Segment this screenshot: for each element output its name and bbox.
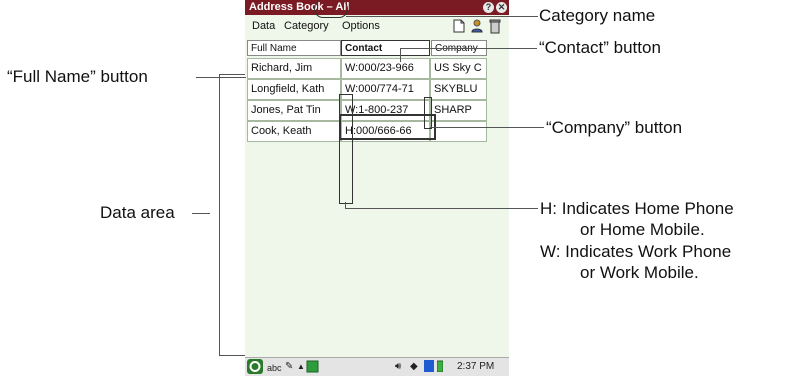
data-area-bracket-top (219, 74, 245, 75)
company-cell (430, 121, 487, 142)
contact-leader-drop (400, 48, 401, 62)
sd-card-icon[interactable] (424, 360, 434, 376)
status-bar: abc ✎ ▲ 🔊︎ ◆ 2:37 PM (245, 357, 509, 376)
clipboard-icon[interactable] (306, 360, 319, 376)
category-name-label: Category name (539, 6, 656, 25)
work-mobile-note: or Work Mobile. (580, 263, 699, 282)
up-arrow-icon[interactable]: ▲ (297, 360, 305, 374)
trash-icon[interactable] (488, 19, 502, 35)
input-mode-indicator[interactable]: abc (267, 361, 282, 375)
data-area-label: Data area (100, 203, 175, 222)
data-area-bracket-bottom (219, 355, 245, 356)
contact-cell-highlight (339, 114, 436, 140)
home-mobile-note: or Home Mobile. (580, 220, 705, 239)
category-highlight-ellipse (314, 0, 348, 18)
new-document-icon[interactable] (452, 19, 466, 35)
title-bar: Address Book – All ? ✕ (245, 0, 509, 15)
table-row[interactable]: Richard, Jim W:000/23-966 US Sky C (245, 58, 509, 79)
phone-type-leader-line (345, 208, 538, 209)
data-area[interactable] (245, 142, 509, 357)
contact-person-icon[interactable] (470, 19, 484, 35)
company-leader-line (430, 127, 544, 128)
menu-options[interactable]: Options (342, 20, 380, 32)
name-cell: Jones, Pat Tin (247, 100, 341, 121)
company-cell: SHARP (430, 100, 487, 121)
clock[interactable]: 2:37 PM (457, 360, 494, 374)
pen-icon[interactable]: ✎ (285, 360, 293, 374)
home-phone-note: H: Indicates Home Phone (540, 199, 734, 218)
speaker-icon[interactable]: 🔊︎ (395, 360, 401, 374)
device-screen: Address Book – All ? ✕ Data Category Opt… (245, 0, 509, 376)
network-icon[interactable]: ◆ (410, 360, 418, 374)
data-area-leader-line (192, 213, 210, 214)
menu-bar: Data Category Options (245, 15, 509, 39)
battery-icon (436, 360, 444, 376)
company-highlight-box (424, 97, 432, 129)
work-phone-note: W: Indicates Work Phone (540, 242, 732, 261)
menu-category[interactable]: Category (284, 20, 329, 32)
contact-leader-line (400, 48, 537, 49)
menu-data[interactable]: Data (252, 20, 275, 32)
help-button[interactable]: ? (483, 2, 494, 13)
full-name-column-button[interactable]: Full Name (247, 40, 341, 56)
data-area-bracket (219, 74, 220, 356)
full-name-button-label: “Full Name” button (7, 67, 148, 86)
close-button[interactable]: ✕ (496, 2, 507, 13)
launcher-icon[interactable] (247, 359, 263, 376)
full-name-leader-line (196, 77, 246, 78)
contact-cell: W:000/774-71 (341, 79, 430, 100)
company-button-label: “Company” button (546, 118, 683, 137)
name-cell: Richard, Jim (247, 58, 341, 79)
phone-type-highlight-box (339, 94, 353, 204)
name-cell: Cook, Keath (247, 121, 341, 142)
company-cell: US Sky C (430, 58, 487, 79)
category-leader-line (346, 16, 538, 17)
company-cell: SKYBLU (430, 79, 487, 100)
name-cell: Longfield, Kath (247, 79, 341, 100)
contact-cell: W:000/23-966 (341, 58, 430, 79)
table-row[interactable]: Longfield, Kath W:000/774-71 SKYBLU (245, 79, 509, 100)
contact-button-label: “Contact” button (539, 38, 661, 57)
